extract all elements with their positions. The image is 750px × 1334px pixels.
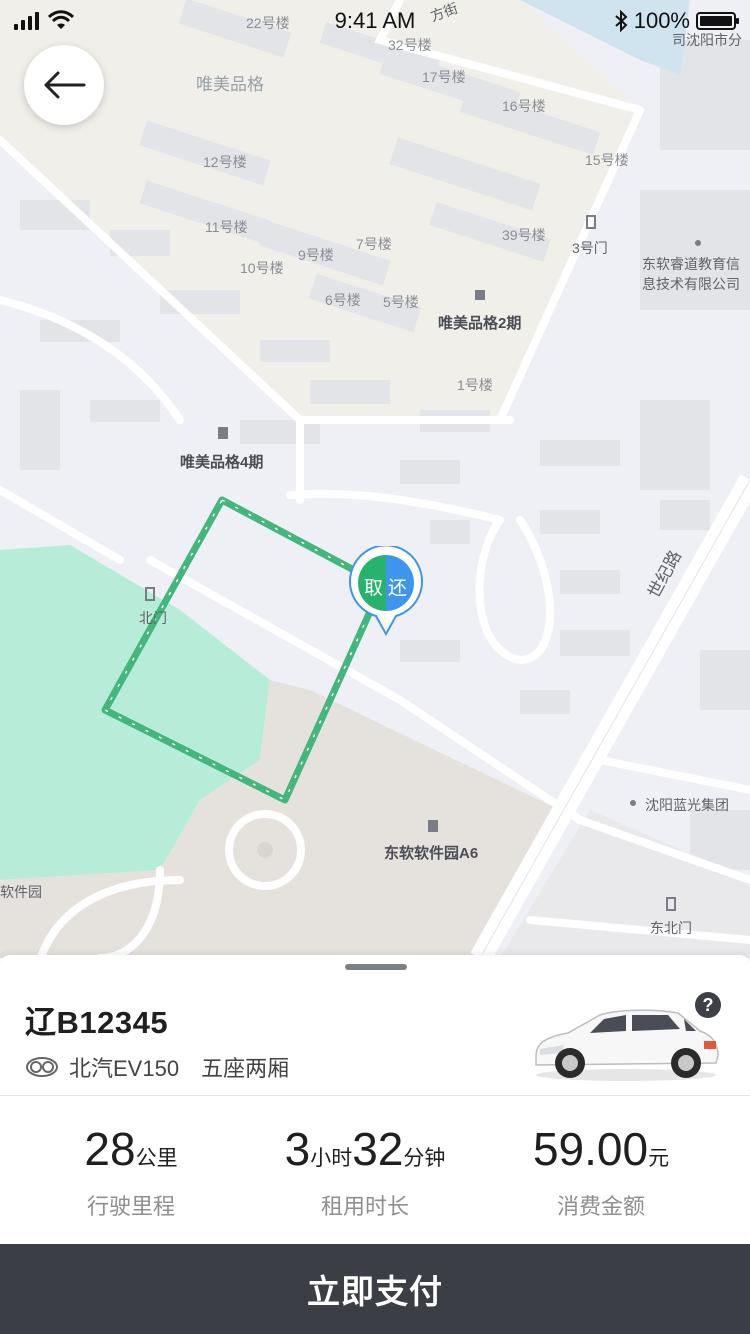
map-label: 12号楼 — [203, 154, 247, 170]
duration-hours: 3 — [284, 1123, 311, 1175]
map-label: 6号楼 — [325, 292, 361, 308]
pay-now-button[interactable]: 立即支付 — [0, 1244, 750, 1334]
hours-unit: 小时 — [310, 1147, 353, 1170]
car-image — [535, 1009, 719, 1081]
map-label: 唯美品格2期 — [438, 315, 522, 332]
pin-icon — [349, 544, 423, 637]
duration-label: 租用时长 — [320, 1194, 409, 1219]
distance-value: 28 — [84, 1123, 136, 1175]
map-label: 软件园 — [0, 884, 42, 900]
map-label: 沈阳蓝光集团 — [645, 797, 729, 813]
bluetooth-icon — [615, 10, 628, 32]
map-canvas — [0, 0, 750, 958]
distance-unit: 公里 — [135, 1147, 178, 1170]
map-label: 1号楼 — [457, 377, 493, 393]
stat-distance: 28公里 行驶里程 — [6, 1123, 256, 1221]
back-button[interactable] — [24, 45, 104, 125]
map-label: 唯美品格 — [196, 75, 264, 94]
stat-cost: 59.00元 消费金额 — [476, 1123, 726, 1221]
minutes-unit: 分钟 — [403, 1147, 446, 1170]
arrow-left-icon — [44, 71, 86, 99]
license-plate: 辽B12345 — [25, 1005, 169, 1040]
battery-percent: 100% — [633, 8, 690, 33]
cost-label: 消费金额 — [556, 1194, 645, 1219]
cost-value: 59.00 — [532, 1123, 649, 1175]
map-label: 39号楼 — [502, 227, 546, 243]
map-label: 东软软件园A6 — [384, 845, 479, 862]
map-label: 唯美品格4期 — [180, 454, 264, 471]
map-label: 北门 — [139, 610, 167, 626]
map-label: 5号楼 — [383, 294, 419, 310]
map-view[interactable]: 22号楼 32号楼 方街 唯美品格 17号楼 16号楼 15号楼 12号楼 11… — [0, 0, 750, 958]
divider — [0, 1095, 750, 1096]
stat-duration: 3小时32分钟 租用时长 — [240, 1123, 490, 1221]
map-label: 东北门 — [650, 920, 692, 936]
car-seats: 五座两厢 — [201, 1056, 290, 1081]
car-model: 北汽EV150 — [69, 1056, 180, 1081]
trip-stats: 28公里 行驶里程 3小时32分钟 租用时长 59.00元 消费金额 — [0, 1123, 750, 1219]
map-label: 16号楼 — [502, 98, 546, 114]
map-label: 10号楼 — [240, 260, 284, 276]
brand-logo-icon — [26, 1057, 58, 1077]
pickup-return-pin[interactable]: 取 还 — [348, 544, 424, 637]
map-label: 东软睿道教育信息技术有限公司 — [642, 256, 740, 292]
distance-label: 行驶里程 — [86, 1194, 175, 1219]
return-label: 还 — [388, 578, 408, 599]
cost-unit: 元 — [648, 1147, 670, 1170]
map-label: 7号楼 — [356, 236, 392, 252]
battery-icon — [696, 12, 739, 30]
pickup-label: 取 — [364, 578, 384, 599]
car-info: 北汽EV150 五座两厢 — [25, 1051, 289, 1083]
status-bar: 9:41 AM 100% — [0, 0, 750, 40]
duration-minutes: 32 — [352, 1123, 404, 1175]
map-label: 11号楼 — [205, 219, 248, 235]
map-label: 15号楼 — [585, 152, 629, 168]
map-label: 9号楼 — [298, 247, 334, 263]
map-label: 3号门 — [572, 240, 608, 256]
map-label: 17号楼 — [422, 69, 466, 85]
drag-handle[interactable] — [345, 964, 407, 970]
